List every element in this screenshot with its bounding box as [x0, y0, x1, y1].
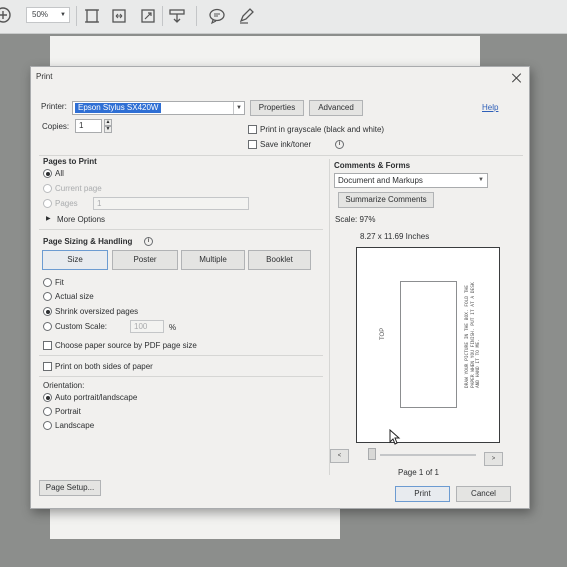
app-toolbar: 50% ▼: [0, 0, 567, 34]
landscape-radio[interactable]: [43, 421, 52, 430]
current-page-radio[interactable]: [43, 184, 52, 193]
copies-input[interactable]: 1: [75, 119, 102, 133]
custom-scale-radio[interactable]: [43, 322, 52, 331]
chevron-down-icon: ▼: [60, 12, 66, 18]
fit-radio[interactable]: [43, 278, 52, 287]
more-options-link[interactable]: More Options: [57, 215, 105, 224]
toolbar-separator: [196, 6, 197, 26]
copies-label: Copies:: [42, 122, 70, 131]
page-preview: TOP DRAW YOUR PICTURE IN THE BOX. FOLD T…: [356, 247, 500, 443]
toolbar-separator: [162, 6, 163, 26]
document-page: [50, 36, 480, 66]
custom-scale-unit: %: [169, 323, 177, 332]
landscape-label: Landscape: [55, 421, 95, 430]
next-page-button[interactable]: >: [484, 452, 503, 466]
custom-scale-input[interactable]: 100: [130, 320, 164, 333]
orientation-header: Orientation:: [43, 381, 85, 390]
document-page: [50, 509, 340, 539]
tab-poster[interactable]: Poster: [112, 250, 178, 270]
both-sides-label: Print on both sides of paper: [55, 362, 153, 371]
full-screen-icon[interactable]: [139, 7, 157, 25]
toolbar-separator: [76, 6, 77, 26]
expand-triangle-icon[interactable]: ▶: [46, 215, 51, 222]
properties-button[interactable]: Properties: [250, 100, 304, 116]
portrait-label: Portrait: [55, 407, 81, 416]
zoom-select[interactable]: 50% ▼: [26, 7, 70, 23]
chevron-down-icon: ▼: [233, 102, 244, 114]
divider: [39, 155, 523, 156]
divider: [39, 355, 323, 356]
fit-page-icon[interactable]: [83, 7, 101, 25]
chevron-right-icon: >: [491, 456, 496, 462]
pages-label: Pages: [55, 199, 78, 208]
divider: [39, 376, 323, 377]
comments-forms-select[interactable]: Document and Markups ▼: [334, 173, 488, 188]
fit-label: Fit: [55, 278, 64, 287]
info-icon[interactable]: i: [335, 140, 344, 149]
printer-select[interactable]: Epson Stylus SX420W ▼: [72, 101, 245, 115]
pages-radio[interactable]: [43, 199, 52, 208]
download-icon[interactable]: [168, 7, 186, 25]
mouse-pointer-icon: [389, 428, 401, 445]
page-sizing-header: Page Sizing & Handling: [43, 237, 133, 246]
chevron-down-icon: ▼: [478, 177, 484, 183]
help-link[interactable]: Help: [482, 103, 498, 112]
preview-scale: Scale: 97%: [335, 215, 376, 224]
page-slider-track[interactable]: [380, 454, 476, 456]
grayscale-checkbox[interactable]: [248, 125, 257, 134]
auto-orientation-label: Auto portrait/landscape: [55, 393, 138, 402]
comments-forms-header: Comments & Forms: [334, 161, 411, 170]
all-pages-label: All: [55, 169, 64, 178]
divider: [329, 159, 330, 475]
print-button[interactable]: Print: [395, 486, 450, 502]
info-icon[interactable]: i: [144, 237, 153, 246]
paper-source-checkbox[interactable]: [43, 341, 52, 350]
auto-orientation-radio[interactable]: [43, 393, 52, 402]
shrink-oversized-label: Shrink oversized pages: [55, 307, 139, 316]
chevron-left-icon: <: [337, 453, 342, 459]
pages-to-print-header: Pages to Print: [43, 157, 97, 166]
close-icon[interactable]: [512, 73, 522, 83]
portrait-radio[interactable]: [43, 407, 52, 416]
save-ink-label: Save ink/toner: [260, 140, 312, 149]
preview-drawing-box: [400, 281, 457, 408]
fit-width-icon[interactable]: [110, 7, 128, 25]
current-page-label: Current page: [55, 184, 102, 193]
printer-label: Printer:: [41, 102, 67, 111]
actual-size-radio[interactable]: [43, 292, 52, 301]
comments-forms-value: Document and Markups: [338, 176, 423, 185]
both-sides-checkbox[interactable]: [43, 362, 52, 371]
tab-multiple[interactable]: Multiple: [181, 250, 245, 270]
divider: [39, 229, 323, 230]
paper-source-label: Choose paper source by PDF page size: [55, 341, 197, 350]
advanced-button[interactable]: Advanced: [309, 100, 363, 116]
tab-booklet[interactable]: Booklet: [248, 250, 311, 270]
page-setup-button[interactable]: Page Setup...: [39, 480, 101, 496]
add-icon[interactable]: [0, 6, 12, 24]
preview-note-text: DRAW YOUR PICTURE IN THE BOX. FOLD THE P…: [465, 282, 481, 388]
page-slider-thumb[interactable]: [368, 448, 376, 460]
tab-size[interactable]: Size: [42, 250, 108, 270]
printer-value: Epson Stylus SX420W: [75, 103, 162, 113]
dialog-title: Print: [36, 72, 53, 81]
preview-paper-size: 8.27 x 11.69 Inches: [360, 232, 430, 241]
preview-top-label: TOP: [380, 327, 386, 340]
pages-range-input[interactable]: 1: [93, 197, 249, 210]
comment-icon[interactable]: [208, 7, 226, 25]
summarize-comments-button[interactable]: Summarize Comments: [338, 192, 434, 208]
zoom-value: 50%: [32, 10, 49, 19]
cancel-button[interactable]: Cancel: [456, 486, 511, 502]
decrement-icon[interactable]: ▼: [104, 126, 112, 133]
all-pages-radio[interactable]: [43, 169, 52, 178]
page-of-label: Page 1 of 1: [398, 468, 439, 477]
grayscale-label: Print in grayscale (black and white): [260, 125, 385, 134]
pen-icon[interactable]: [237, 7, 255, 25]
increment-icon[interactable]: ▲: [104, 119, 112, 126]
prev-page-button[interactable]: <: [330, 449, 349, 463]
custom-scale-label: Custom Scale:: [55, 322, 108, 331]
actual-size-label: Actual size: [55, 292, 94, 301]
save-ink-checkbox[interactable]: [248, 140, 257, 149]
shrink-oversized-radio[interactable]: [43, 307, 52, 316]
print-dialog: Print Printer: Epson Stylus SX420W ▼ Pro…: [30, 66, 530, 509]
